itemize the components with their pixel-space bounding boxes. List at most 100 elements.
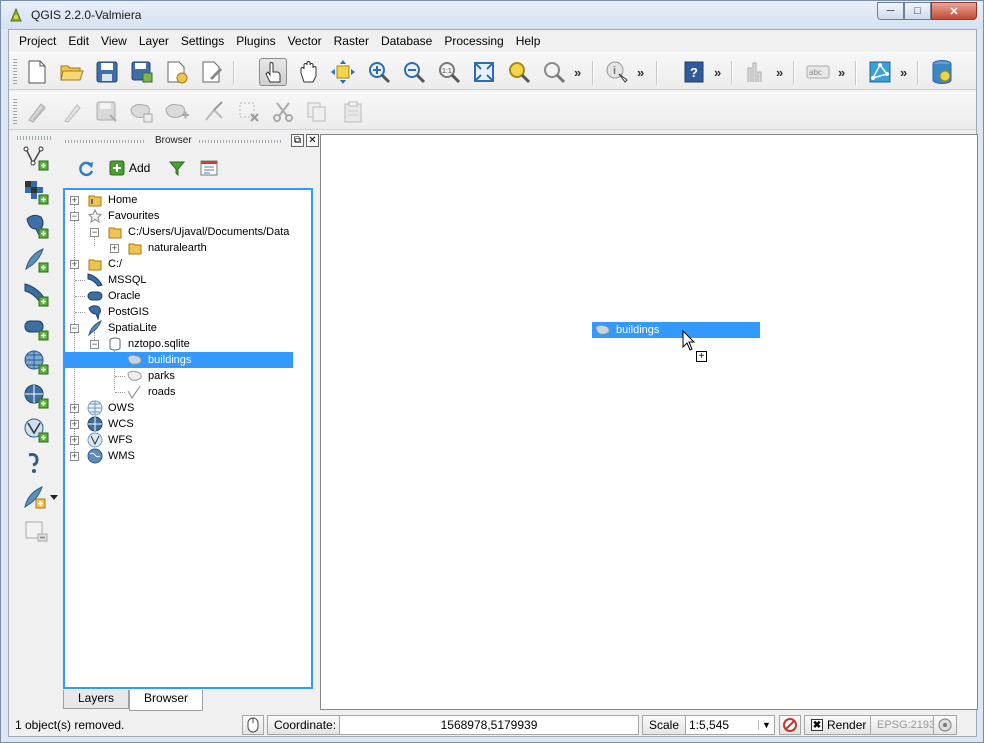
browser-tree[interactable]: + Home − Favourites − C:/Users/Ujaval/Do… [63,188,313,689]
collapse-toggle[interactable]: − [90,340,99,349]
remove-layer-icon[interactable] [22,518,50,546]
add-wfs-layer-icon[interactable] [22,416,50,444]
expand-toggle[interactable]: + [110,244,119,253]
minimize-button[interactable]: ─ [877,2,904,20]
toolbar-overflow-icon[interactable]: » [838,65,845,80]
add-mssql-layer-icon[interactable] [22,280,50,308]
tree-item-buildings[interactable]: buildings [65,352,293,368]
scale-combo[interactable]: 1:5,545 ▼ [685,715,775,735]
add-oracle-layer-icon[interactable] [22,314,50,342]
help-contents-icon[interactable]: ? [680,58,708,86]
menu-processing[interactable]: Processing [438,30,509,52]
collapse-toggle[interactable]: − [70,212,79,221]
map-canvas[interactable]: buildings + [320,134,978,710]
filter-button[interactable] [169,160,185,176]
move-feature-icon[interactable] [163,98,191,126]
tree-item-ows[interactable]: OWS [87,400,134,416]
tree-item-oracle[interactable]: Oracle [87,288,140,304]
toolbar-grip[interactable] [17,136,51,140]
paste-features-icon[interactable] [339,98,367,126]
toolbar-overflow-icon[interactable]: » [574,65,581,80]
delete-selected-icon[interactable] [235,98,263,126]
tree-item-wms[interactable]: WMS [87,448,135,464]
render-checkbox-icon[interactable]: ✖ [811,719,823,731]
save-as-icon[interactable] [128,58,156,86]
cut-features-icon[interactable] [269,98,297,126]
toolbar-grip[interactable] [13,99,17,125]
tree-item-wcs[interactable]: WCS [87,416,134,432]
tree-item-postgis[interactable]: PostGIS [87,304,149,320]
label-tool-icon[interactable]: abc [804,58,832,86]
browser-panel-titlebar[interactable]: Browser ⧉ ✕ [61,132,319,150]
tree-item-parks[interactable]: parks [127,368,175,384]
tree-item-naturalearth[interactable]: naturalearth [127,240,207,256]
new-layer-icon[interactable] [22,484,62,512]
add-selected-layers-button[interactable]: Add [109,160,150,176]
toolbar-overflow-icon[interactable]: » [900,65,907,80]
coordinate-field[interactable]: 1568978,5179939 [339,715,639,735]
tree-item-c-drive[interactable]: C:/ [87,256,122,272]
add-feature-icon[interactable] [128,98,156,126]
crs-status[interactable]: EPSG:2193 [870,715,943,735]
copy-features-icon[interactable] [303,98,331,126]
tab-layers[interactable]: Layers [63,690,130,709]
expand-toggle[interactable]: + [70,404,79,413]
touch-zoom-pan-icon[interactable] [259,58,287,86]
save-layer-edits-icon[interactable] [93,98,121,126]
save-project-icon[interactable] [93,58,121,86]
node-tool-icon[interactable] [200,98,228,126]
tree-item-home[interactable]: Home [87,192,137,208]
expand-toggle[interactable]: + [70,420,79,429]
add-vector-layer-icon[interactable] [22,144,50,172]
db-manager-icon[interactable] [928,58,956,86]
new-project-icon[interactable] [23,58,51,86]
menu-edit[interactable]: Edit [62,30,95,52]
menu-plugins[interactable]: Plugins [230,30,281,52]
add-raster-layer-icon[interactable] [22,178,50,206]
zoom-native-resolution-icon[interactable]: 1:1 [435,58,463,86]
toggle-extents-button[interactable] [242,715,264,735]
expand-toggle[interactable]: + [70,260,79,269]
expand-toggle[interactable]: + [70,436,79,445]
toolbar-overflow-icon[interactable]: » [776,65,783,80]
menu-raster[interactable]: Raster [328,30,375,52]
menu-database[interactable]: Database [375,30,438,52]
georeferencer-icon[interactable] [866,58,894,86]
properties-button[interactable] [200,160,218,176]
refresh-button[interactable] [77,160,95,178]
open-project-icon[interactable] [58,58,86,86]
zoom-in-icon[interactable] [365,58,393,86]
zoom-to-layer-icon[interactable] [540,58,568,86]
title-bar[interactable]: QGIS 2.2.0-Valmiera ─ □ ✕ [1,1,983,29]
menu-project[interactable]: Project [13,30,62,52]
close-panel-button[interactable]: ✕ [306,134,319,147]
add-wms-layer-icon[interactable] [22,348,50,376]
new-print-composer-icon[interactable] [163,58,191,86]
add-delimited-text-layer-icon[interactable] [22,450,50,478]
add-wcs-layer-icon[interactable] [22,382,50,410]
tree-item-spatialite[interactable]: SpatiaLite [87,320,157,336]
add-spatialite-layer-icon[interactable] [22,246,50,274]
stop-render-button[interactable] [779,715,801,735]
messages-button[interactable] [933,715,957,735]
menu-layer[interactable]: Layer [133,30,175,52]
tree-item-wfs[interactable]: WFS [87,432,132,448]
menu-vector[interactable]: Vector [282,30,328,52]
collapse-toggle[interactable]: − [90,228,99,237]
float-panel-button[interactable]: ⧉ [291,134,304,147]
zoom-full-icon[interactable] [470,58,498,86]
close-button[interactable]: ✕ [931,2,977,20]
menu-view[interactable]: View [95,30,133,52]
maximize-button[interactable]: □ [904,2,931,20]
tree-item-roads[interactable]: roads [127,384,176,400]
tree-item-favourites[interactable]: Favourites [87,208,159,224]
composer-manager-icon[interactable] [198,58,226,86]
tab-browser[interactable]: Browser [129,690,204,711]
pan-to-selection-icon[interactable] [329,58,357,86]
toolbar-grip[interactable] [13,59,17,85]
render-toggle[interactable]: ✖ Render [804,715,874,735]
menu-settings[interactable]: Settings [175,30,230,52]
toolbar-overflow-icon[interactable]: » [714,65,721,80]
toolbar-overflow-icon[interactable]: » [637,65,644,80]
current-edits-icon[interactable] [23,98,51,126]
